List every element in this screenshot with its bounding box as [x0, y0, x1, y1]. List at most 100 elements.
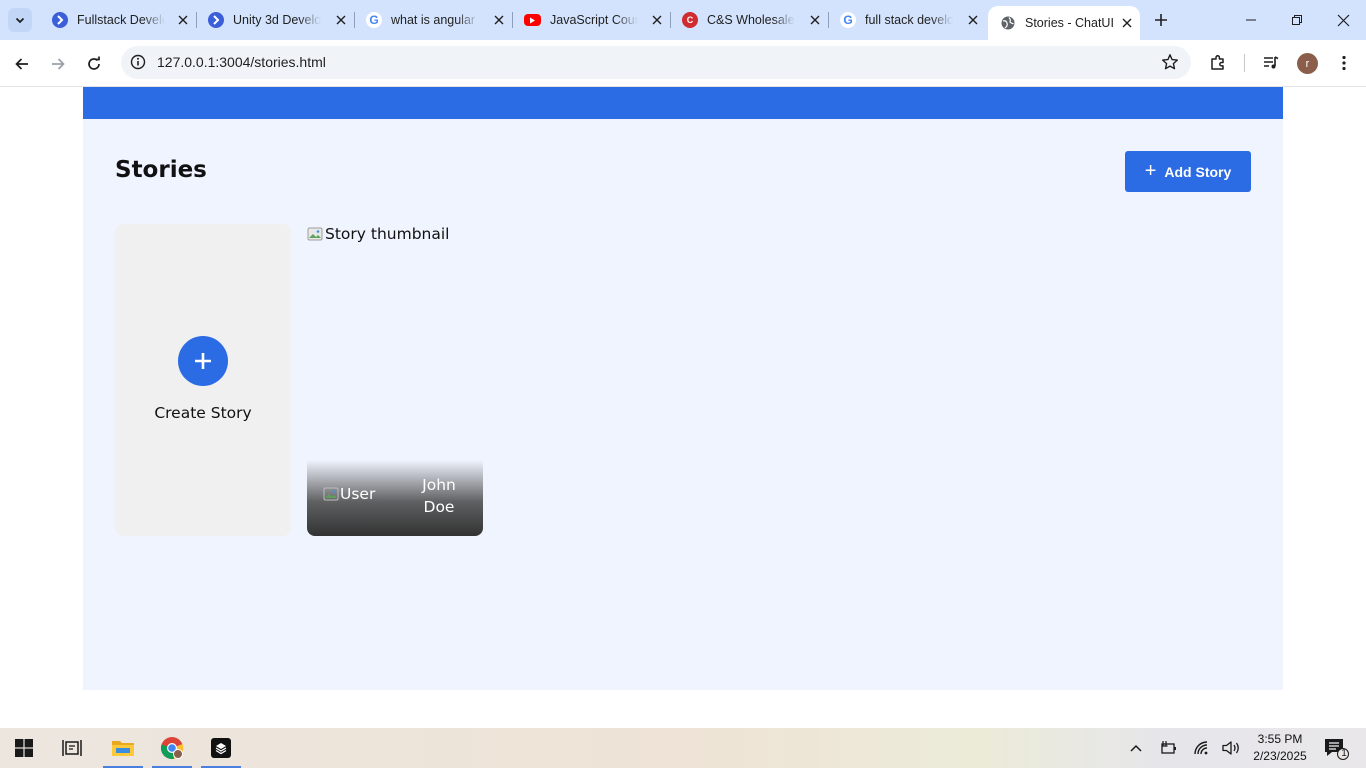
close-tab-icon[interactable] — [650, 13, 664, 27]
close-window-button[interactable] — [1320, 0, 1366, 40]
speaker-icon — [1222, 741, 1239, 755]
tab-title: C&S Wholesale Grocers — [707, 13, 795, 27]
url-text[interactable]: 127.0.0.1:3004/stories.html — [157, 54, 326, 70]
clock-time: 3:55 PM — [1257, 732, 1303, 746]
action-center-button[interactable]: 1 — [1322, 736, 1350, 760]
forward-button[interactable] — [44, 50, 72, 78]
minimize-icon — [1246, 19, 1256, 21]
page-title: Stories — [115, 157, 207, 183]
close-tab-icon[interactable] — [808, 13, 822, 27]
show-hidden-icons-button[interactable] — [1126, 738, 1146, 758]
stories-page: Stories + Add Story Create Story Story t… — [83, 87, 1283, 690]
tab-unity-developer[interactable]: Unity 3d Developer — [196, 6, 354, 34]
tab-title: Stories - ChatUI — [1025, 16, 1114, 30]
bookmark-star-icon[interactable] — [1161, 53, 1179, 71]
story-user-avatar: User — [323, 485, 375, 503]
tab-title: what is angular - Google — [391, 13, 479, 27]
address-bar[interactable]: 127.0.0.1:3004/stories.html — [121, 46, 1191, 79]
app-window-icon — [211, 738, 231, 758]
start-button[interactable] — [2, 728, 46, 768]
back-button[interactable] — [8, 50, 36, 78]
chevron-up-icon — [1130, 744, 1142, 752]
close-tab-icon[interactable] — [492, 13, 506, 27]
add-story-button[interactable]: + Add Story — [1125, 151, 1251, 192]
app-header — [83, 87, 1283, 119]
create-story-label: Create Story — [154, 404, 252, 422]
story-thumbnail-alt-text: Story thumbnail — [325, 225, 450, 243]
battery-charging-icon — [1161, 741, 1176, 754]
google-favicon-icon: G — [840, 12, 856, 28]
system-clock[interactable]: 3:55 PM 2/23/2025 — [1248, 731, 1312, 765]
reload-button[interactable] — [80, 50, 108, 78]
chrome-icon — [160, 737, 184, 759]
tab-javascript-course[interactable]: JavaScript Course — [512, 6, 670, 34]
google-favicon-icon: G — [366, 12, 382, 28]
site-info-icon[interactable] — [130, 54, 146, 70]
tab-title: JavaScript Course — [550, 13, 638, 27]
toolbar-divider — [1244, 54, 1245, 72]
arrow-right-icon — [52, 58, 65, 70]
close-tab-icon[interactable] — [966, 13, 980, 27]
tab-title: Fullstack Developer — [77, 13, 165, 27]
story-thumbnail: Story thumbnail — [307, 224, 449, 244]
create-story-card[interactable]: Create Story — [115, 224, 291, 536]
tab-full-stack-developer[interactable]: G full stack developer - Google — [828, 6, 986, 34]
story-user-alt-text: User — [340, 485, 376, 503]
add-story-label: Add Story — [1164, 163, 1232, 180]
tab-stories-chatui[interactable]: Stories - ChatUI — [988, 6, 1140, 40]
close-tab-icon[interactable] — [334, 13, 348, 27]
extensions-button[interactable] — [1207, 52, 1229, 74]
windows-logo-icon — [15, 739, 33, 757]
browser-menu-button[interactable] — [1333, 52, 1355, 74]
reload-icon — [88, 56, 100, 70]
broken-image-icon — [307, 227, 323, 241]
restore-icon — [1292, 15, 1302, 25]
task-view-button[interactable] — [50, 728, 94, 768]
chevron-down-icon — [15, 17, 25, 24]
arrow-left-icon — [15, 58, 28, 70]
wifi-icon — [1194, 741, 1208, 755]
media-queue-icon — [1264, 56, 1279, 69]
plus-icon — [1155, 14, 1167, 26]
story-user-name: John Doe — [422, 476, 456, 516]
volume-tray-button[interactable] — [1222, 738, 1242, 758]
more-vertical-icon — [1342, 55, 1346, 71]
media-controls-button[interactable] — [1260, 52, 1282, 74]
close-tab-icon[interactable] — [176, 13, 190, 27]
browser-toolbar: 127.0.0.1:3004/stories.html r — [0, 40, 1366, 87]
page-viewport: Stories + Add Story Create Story Story t… — [0, 87, 1366, 728]
story-card[interactable]: Story thumbnail User John Doe — [307, 224, 483, 536]
plus-icon — [195, 353, 211, 369]
restore-button[interactable] — [1274, 0, 1320, 40]
puzzle-icon — [1211, 55, 1224, 70]
chrome-taskbar-button[interactable] — [150, 728, 194, 768]
close-tab-icon[interactable] — [1120, 16, 1134, 30]
youtube-favicon-icon — [524, 14, 541, 26]
cs-favicon-icon: C — [682, 12, 698, 28]
close-icon — [1337, 14, 1349, 26]
tab-fullstack-developer[interactable]: Fullstack Developer — [40, 6, 196, 34]
profile-avatar[interactable]: r — [1297, 53, 1318, 74]
network-tray-button[interactable] — [1192, 738, 1212, 758]
app-taskbar-button[interactable] — [199, 728, 243, 768]
story-footer: User John Doe — [307, 460, 483, 536]
bolt-favicon-icon — [208, 12, 224, 28]
tab-search-button[interactable] — [8, 8, 32, 32]
globe-favicon-icon — [1000, 15, 1016, 31]
bolt-favicon-icon — [52, 12, 68, 28]
tab-what-is-angular[interactable]: G what is angular - Google — [354, 6, 512, 34]
minimize-button[interactable] — [1228, 0, 1274, 40]
windows-taskbar: 3:55 PM 2/23/2025 1 — [0, 728, 1366, 768]
clock-date: 2/23/2025 — [1253, 749, 1307, 763]
tab-title: full stack developer - Google — [865, 13, 953, 27]
tab-title: Unity 3d Developer — [233, 13, 321, 27]
folder-icon — [112, 741, 134, 756]
notification-count-badge: 1 — [1341, 748, 1347, 759]
plus-icon: + — [1144, 159, 1157, 182]
file-explorer-taskbar-button[interactable] — [101, 728, 145, 768]
new-tab-button[interactable] — [1150, 9, 1172, 31]
create-story-plus-button[interactable] — [178, 336, 228, 386]
task-view-icon — [62, 740, 82, 756]
tab-cs-wholesale[interactable]: C C&S Wholesale Grocers — [670, 6, 828, 34]
battery-tray-button[interactable] — [1158, 738, 1178, 758]
